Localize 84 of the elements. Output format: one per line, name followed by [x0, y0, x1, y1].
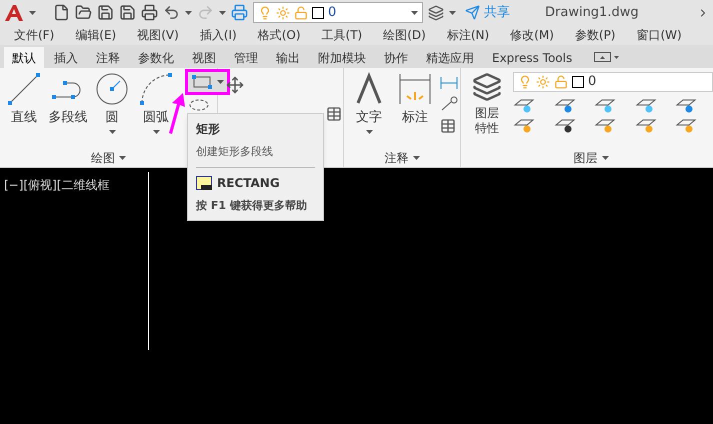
unlock-icon — [294, 6, 308, 20]
ribbon-tool-button[interactable]: 圆弧 — [136, 68, 176, 149]
caret-icon — [219, 10, 226, 14]
bulb-icon — [518, 75, 532, 89]
layer-dropdown[interactable]: 0 — [513, 72, 713, 92]
caret-icon — [602, 156, 608, 160]
sun-icon — [276, 6, 290, 20]
ribbon-tab[interactable]: 视图 — [184, 47, 224, 68]
caret-icon — [108, 130, 116, 134]
ribbon-tool-button[interactable]: 多段线 — [48, 68, 88, 149]
rectangle-tool-button[interactable] — [188, 72, 227, 92]
ribbon-tab[interactable]: Express Tools — [484, 47, 580, 68]
ribbon-tab[interactable]: 参数化 — [130, 47, 182, 68]
panel-title[interactable]: 注释 — [384, 149, 408, 167]
caret-icon — [217, 80, 224, 84]
layer-dropdown[interactable]: 0 — [253, 2, 423, 23]
tooltip-description: 创建矩形多段线 — [196, 144, 274, 160]
menu-item[interactable]: 插入(I) — [200, 26, 237, 44]
dimension-tool-icon — [398, 72, 432, 106]
ribbon-tool-button[interactable]: 标注 — [394, 68, 436, 149]
ribbon-tab[interactable]: 默认 — [4, 47, 44, 68]
menu-item[interactable]: 修改(M) — [510, 26, 554, 44]
ribbon-tab[interactable]: 附加模块 — [310, 47, 374, 68]
sun-icon — [536, 75, 550, 89]
help-hint: 按 F1 键获得更多帮助 — [196, 198, 308, 214]
tooltip-title: 矩形 — [196, 121, 221, 138]
caret-icon — [152, 130, 160, 134]
pointer-arrow — [168, 92, 186, 134]
save-as-icon[interactable] — [119, 4, 136, 21]
table-icon[interactable] — [440, 118, 456, 134]
line-tool-icon — [7, 72, 41, 106]
menu-item[interactable]: 文件(F) — [14, 26, 54, 44]
menu-item[interactable]: 视图(V) — [137, 26, 179, 44]
menu-item[interactable]: 格式(O) — [258, 26, 301, 44]
caret-icon — [366, 130, 372, 134]
caret-icon — [449, 10, 456, 14]
rectangle-tool-icon — [191, 74, 213, 90]
bulb-icon — [258, 6, 272, 20]
undo-icon[interactable] — [163, 4, 180, 21]
menu-item[interactable]: 参数(P) — [574, 26, 616, 44]
circle-tool-icon — [95, 72, 129, 106]
print-icon[interactable] — [141, 4, 158, 21]
panel-title[interactable]: 绘图 — [91, 149, 115, 167]
caret-icon — [411, 10, 418, 14]
ribbon-tab[interactable]: 精选应用 — [418, 47, 482, 68]
app-logo-icon[interactable] — [4, 4, 24, 22]
layers-icon — [472, 72, 502, 102]
color-swatch — [312, 6, 324, 18]
file-name: Drawing1.dwg — [545, 4, 639, 22]
command-name: RECTANG — [217, 174, 280, 192]
menu-item[interactable]: 编辑(E) — [75, 26, 116, 44]
layer-properties-button[interactable]: 图层特性 — [469, 72, 505, 149]
ribbon-tab[interactable]: 输出 — [268, 47, 308, 68]
ribbon-tab[interactable]: 注释 — [88, 47, 128, 68]
ribbon-tab[interactable]: 协作 — [376, 47, 416, 68]
ribbon-tab[interactable]: 插入 — [46, 47, 86, 68]
linear-dimension-icon[interactable] — [440, 76, 458, 90]
unlock-icon — [554, 75, 568, 89]
ribbon-tool-button[interactable]: 直线 — [4, 68, 44, 149]
ribbon-tab[interactable]: 管理 — [226, 47, 266, 68]
caret-icon — [185, 10, 192, 14]
ribbon-tool-button[interactable]: 圆 — [92, 68, 132, 149]
new-file-icon[interactable] — [53, 4, 70, 21]
ellipse-tool-icon[interactable] — [188, 98, 210, 112]
send-icon — [465, 5, 480, 20]
command-icon — [196, 176, 212, 190]
menu-item[interactable]: 工具(T) — [322, 26, 362, 44]
arc-tool-icon — [139, 72, 173, 106]
leader-icon[interactable] — [440, 96, 458, 112]
save-icon[interactable] — [97, 4, 114, 21]
layer-state-icon[interactable] — [428, 4, 444, 20]
caret-icon — [29, 10, 36, 14]
menu-item[interactable]: 绘图(D) — [383, 26, 426, 44]
panel-title[interactable]: 图层 — [574, 149, 598, 167]
menu-item[interactable]: 窗口(W) — [636, 26, 682, 44]
move-icon[interactable] — [226, 76, 244, 94]
caret-icon — [119, 156, 126, 160]
menu-item[interactable]: 标注(N) — [446, 26, 490, 44]
panel-toggle-icon[interactable] — [594, 50, 620, 64]
open-folder-icon[interactable] — [75, 4, 92, 21]
color-swatch — [572, 76, 584, 88]
ribbon-tool-button[interactable]: 文字 — [348, 68, 390, 149]
viewport-label[interactable]: [−][俯视][二维线框 — [4, 176, 110, 194]
caret-icon — [412, 156, 420, 160]
